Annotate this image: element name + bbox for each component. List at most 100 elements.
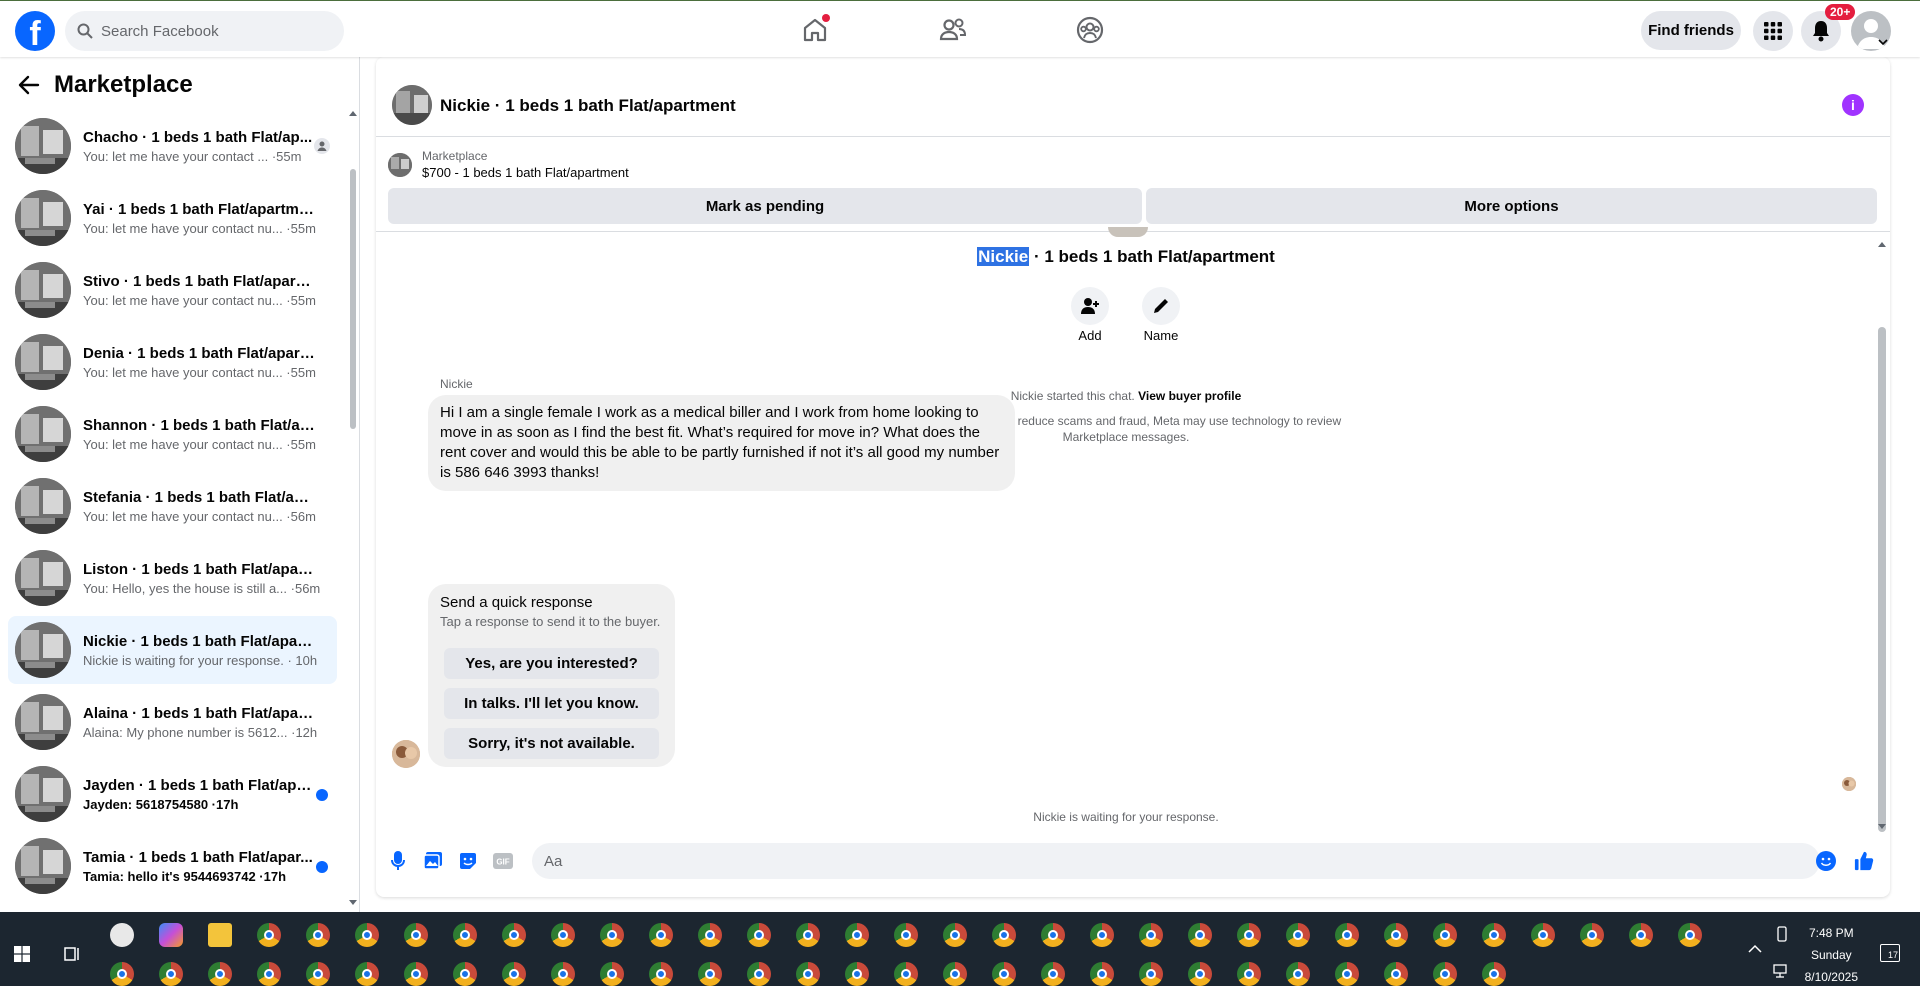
task-view-icon[interactable]: [63, 945, 81, 963]
chrome-profile-icon[interactable]: [943, 962, 967, 986]
chrome-profile-icon[interactable]: [698, 962, 722, 986]
chat-scroll-down-icon[interactable]: [1877, 823, 1887, 831]
edit-name-button[interactable]: [1142, 287, 1180, 325]
conversation-item[interactable]: Alaina · 1 beds 1 bath Flat/apart... Alai…: [8, 688, 337, 756]
scroll-down-arrow-icon[interactable]: [348, 899, 358, 907]
chrome-profile-icon[interactable]: [110, 962, 134, 986]
chrome-profile-icon[interactable]: [992, 923, 1016, 947]
conversation-item[interactable]: Shannon · 1 beds 1 bath Flat/apa... You: …: [8, 400, 337, 468]
message-bubble[interactable]: Hi I am a single female I work as a medi…: [428, 395, 1015, 491]
view-buyer-profile-link[interactable]: View buyer profile: [1138, 389, 1241, 403]
chrome-profile-icon[interactable]: [1286, 962, 1310, 986]
chrome-profile-icon[interactable]: [404, 923, 428, 947]
chrome-profile-icon[interactable]: [257, 962, 281, 986]
chrome-profile-icon[interactable]: [1188, 962, 1212, 986]
chrome-profile-icon[interactable]: [600, 962, 624, 986]
file-explorer-icon[interactable]: [208, 923, 232, 947]
chrome-profile-icon[interactable]: [1335, 923, 1359, 947]
chrome-profile-icon[interactable]: [1482, 923, 1506, 947]
quick-response-not-available-button[interactable]: Sorry, it's not available.: [444, 728, 659, 759]
chrome-profile-icon[interactable]: [1384, 962, 1408, 986]
chrome-profile-icon[interactable]: [1188, 923, 1212, 947]
photo-icon[interactable]: [423, 851, 443, 871]
chrome-profile-icon[interactable]: [551, 962, 575, 986]
quick-response-in-talks-button[interactable]: In talks. I'll let you know.: [444, 688, 659, 719]
conversation-item[interactable]: Yai · 1 beds 1 bath Flat/apartment You: l…: [8, 184, 337, 252]
groups-icon[interactable]: [1075, 15, 1105, 45]
chrome-profile-icon[interactable]: [208, 962, 232, 986]
chrome-profile-icon[interactable]: [992, 962, 1016, 986]
chat-title[interactable]: Nickie · 1 beds 1 bath Flat/apartment: [440, 96, 736, 116]
chrome-profile-icon[interactable]: [649, 923, 673, 947]
chrome-profile-icon[interactable]: [943, 923, 967, 947]
gif-icon[interactable]: GIF: [493, 851, 513, 871]
show-hidden-icons-chevron-icon[interactable]: [1748, 944, 1762, 954]
chrome-profile-icon[interactable]: [845, 962, 869, 986]
paint-app-icon[interactable]: [110, 923, 134, 947]
chrome-profile-icon[interactable]: [894, 923, 918, 947]
chrome-profile-icon[interactable]: [698, 923, 722, 947]
chrome-profile-icon[interactable]: [1237, 923, 1261, 947]
chrome-profile-icon[interactable]: [502, 962, 526, 986]
conversation-item[interactable]: Stivo · 1 beds 1 bath Flat/apartm... You:…: [8, 256, 337, 324]
chrome-profile-icon[interactable]: [1139, 923, 1163, 947]
menu-grid-icon[interactable]: [1753, 11, 1793, 51]
message-input-box[interactable]: [532, 843, 1820, 879]
chrome-profile-icon[interactable]: [453, 923, 477, 947]
windows-start-icon[interactable]: [14, 946, 30, 962]
chrome-profile-icon[interactable]: [1041, 962, 1065, 986]
scroll-up-arrow-icon[interactable]: [348, 109, 358, 117]
chrome-profile-icon[interactable]: [796, 923, 820, 947]
chrome-profile-icon[interactable]: [306, 962, 330, 986]
chat-scrollbar[interactable]: [1878, 327, 1886, 832]
chrome-profile-icon[interactable]: [404, 962, 428, 986]
chrome-profile-icon[interactable]: [1433, 923, 1457, 947]
sender-avatar[interactable]: [392, 740, 420, 768]
conversation-item[interactable]: Jayden · 1 beds 1 bath Flat/apa... Jayden…: [8, 760, 337, 828]
notification-center-icon[interactable]: 17: [1880, 944, 1900, 962]
chrome-profile-icon[interactable]: [257, 923, 281, 947]
add-person-button[interactable]: [1071, 287, 1109, 325]
system-clock[interactable]: 7:48 PM Sunday 8/10/2025: [1805, 922, 1858, 986]
phone-link-icon[interactable]: [1775, 926, 1789, 942]
chrome-profile-icon[interactable]: [1041, 923, 1065, 947]
message-input[interactable]: [544, 852, 1744, 870]
chat-scroll-up-icon[interactable]: [1877, 240, 1887, 248]
search-facebook-box[interactable]: Search Facebook: [65, 11, 344, 51]
search-input[interactable]: Search Facebook: [101, 23, 219, 40]
facebook-logo-icon[interactable]: f: [15, 11, 55, 51]
chrome-profile-icon[interactable]: [1335, 962, 1359, 986]
find-friends-button[interactable]: Find friends: [1641, 11, 1741, 50]
chrome-profile-icon[interactable]: [1286, 923, 1310, 947]
conversation-item[interactable]: Chacho · 1 beds 1 bath Flat/ap... You: le…: [8, 112, 337, 180]
conversation-item[interactable]: Nickie · 1 beds 1 bath Flat/apart... Nick…: [8, 616, 337, 684]
chrome-profile-icon[interactable]: [1384, 923, 1408, 947]
more-options-button[interactable]: More options: [1146, 188, 1877, 224]
info-icon[interactable]: i: [1842, 94, 1864, 116]
chrome-profile-icon[interactable]: [747, 962, 771, 986]
mark-as-pending-button[interactable]: Mark as pending: [388, 188, 1142, 224]
conversation-item[interactable]: Liston · 1 beds 1 bath Flat/apart... You:…: [8, 544, 337, 612]
chrome-profile-icon[interactable]: [1237, 962, 1261, 986]
thumbs-up-icon[interactable]: [1854, 851, 1874, 871]
chat-avatar[interactable]: [392, 85, 432, 125]
chrome-profile-icon[interactable]: [1629, 923, 1653, 947]
network-icon[interactable]: [1773, 964, 1791, 978]
friends-icon[interactable]: [938, 15, 968, 45]
chrome-profile-icon[interactable]: [355, 923, 379, 947]
copilot-app-icon[interactable]: [159, 923, 183, 947]
home-icon[interactable]: [800, 14, 830, 45]
listing-summary[interactable]: Marketplace $700 - 1 beds 1 bath Flat/ap…: [388, 149, 629, 180]
chrome-profile-icon[interactable]: [355, 962, 379, 986]
chrome-profile-icon[interactable]: [306, 923, 330, 947]
chrome-profile-icon[interactable]: [551, 923, 575, 947]
chrome-profile-icon[interactable]: [600, 923, 624, 947]
conversation-item[interactable]: Denia · 1 beds 1 bath Flat/apart... You: …: [8, 328, 337, 396]
chrome-profile-icon[interactable]: [649, 962, 673, 986]
chrome-profile-icon[interactable]: [1531, 923, 1555, 947]
chrome-profile-icon[interactable]: [502, 923, 526, 947]
chrome-profile-icon[interactable]: [796, 962, 820, 986]
conversation-item[interactable]: Tamia · 1 beds 1 bath Flat/apar... Tamia:…: [8, 832, 337, 900]
chrome-profile-icon[interactable]: [1678, 923, 1702, 947]
chrome-profile-icon[interactable]: [159, 962, 183, 986]
